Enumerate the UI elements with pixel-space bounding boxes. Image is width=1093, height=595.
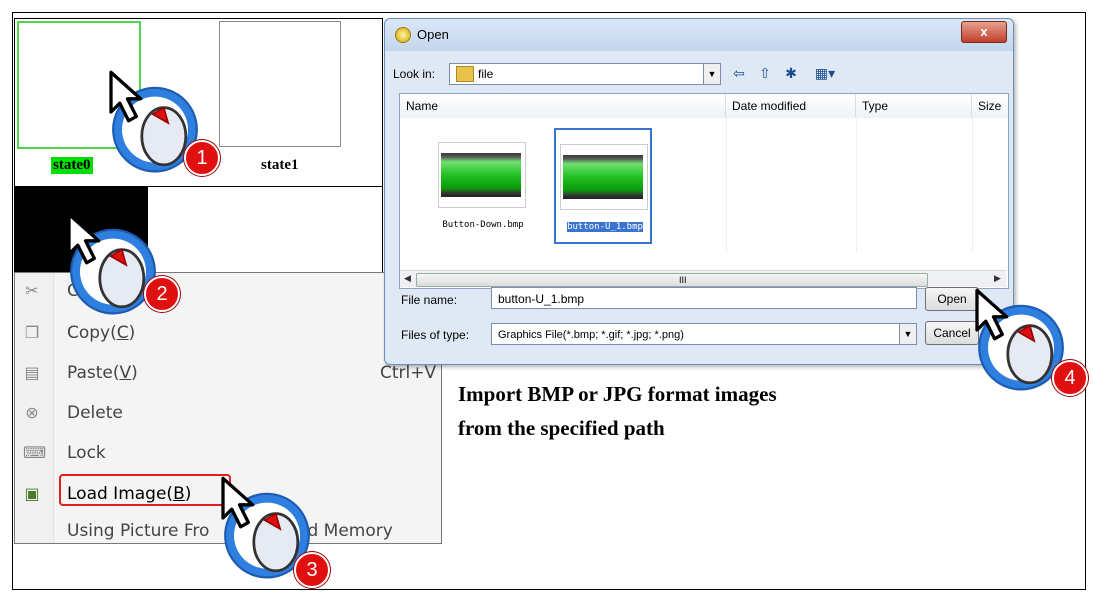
mouse-click-badge-3: 3	[212, 474, 330, 588]
column-header-name[interactable]: Name	[400, 94, 726, 118]
step-number-badge: 1	[184, 140, 220, 176]
files-of-type-value: Graphics File(*.bmp; *.gif; *.jpg; *.png…	[498, 329, 684, 341]
mouse-click-badge-1: 1	[100, 68, 220, 178]
caption-line-2: from the specified path	[458, 416, 665, 440]
menu-item-shortcut: Ctrl+V	[380, 363, 437, 383]
horizontal-scrollbar[interactable]: ◀ III ▶	[400, 270, 1006, 287]
dialog-titlebar[interactable]: Open x	[385, 19, 1013, 51]
mouse-click-badge-2: 2	[58, 210, 180, 320]
file-name-input[interactable]: button-U_1.bmp	[491, 287, 917, 309]
menu-item-paste[interactable]: ▤ Paste(V) Ctrl+V	[15, 355, 441, 393]
image-icon: ▣	[24, 484, 40, 503]
column-header-type[interactable]: Type	[856, 94, 972, 118]
lock-icon: ⌨	[23, 443, 47, 462]
new-folder-icon[interactable]: ✱	[781, 63, 801, 83]
file-name-label: Button-Down.bmp	[442, 220, 524, 230]
chevron-down-icon[interactable]: ▼	[899, 324, 916, 344]
copy-icon: ❐	[24, 323, 40, 342]
step-number-badge: 4	[1052, 360, 1088, 396]
state0-label: state0	[51, 157, 93, 174]
menu-item-label: Load Image(B)	[67, 484, 192, 504]
menu-item-label: Lock	[67, 443, 106, 463]
look-in-value: file	[478, 67, 494, 81]
view-menu-icon[interactable]: ▦▾	[809, 63, 841, 83]
back-icon[interactable]: ⇦	[729, 63, 749, 83]
chevron-down-icon[interactable]: ▼	[703, 64, 720, 84]
menu-item-label: Paste(V)	[67, 363, 138, 383]
files-of-type-select[interactable]: Graphics File(*.bmp; *.gif; *.jpg; *.png…	[491, 323, 917, 345]
scroll-grip: III	[679, 275, 687, 285]
file-name-label: File name:	[401, 293, 458, 307]
up-folder-icon[interactable]: ⇧	[755, 63, 775, 83]
state1-label: state1	[261, 157, 299, 173]
green-button-image	[563, 155, 643, 199]
paste-icon: ▤	[24, 363, 40, 382]
mouse-click-badge-4: 4	[966, 286, 1088, 396]
file-name-label: button-U_1.bmp	[567, 222, 643, 232]
scrollbar-thumb[interactable]: III	[416, 273, 928, 287]
folder-icon	[456, 66, 474, 82]
column-header-date-modified[interactable]: Date modified	[726, 94, 856, 118]
close-button[interactable]: x	[961, 21, 1007, 43]
look-in-label: Look in:	[393, 67, 436, 81]
scissors-icon: ✂	[25, 281, 39, 300]
scroll-left-icon[interactable]: ◀	[404, 273, 411, 284]
file-list: Name Date modified Type Size Button-Down…	[399, 93, 1009, 289]
state1-thumbnail[interactable]	[219, 21, 341, 147]
scroll-right-icon[interactable]: ▶	[994, 273, 1001, 284]
dialog-title: Open	[417, 27, 449, 42]
column-divider	[726, 118, 727, 252]
caption-line-1: Import BMP or JPG format images	[458, 382, 777, 406]
column-divider	[856, 118, 857, 252]
file-thumbnail	[438, 142, 526, 208]
open-dialog: Open x Look in: file ▼ ⇦ ⇧ ✱ ▦▾ Name Dat…	[384, 18, 1014, 365]
column-divider	[972, 118, 973, 252]
menu-item-label-start: Using Picture Fro	[67, 521, 210, 541]
file-item-button-down[interactable]: Button-Down.bmp	[434, 128, 532, 244]
step-number-badge: 2	[144, 276, 180, 312]
menu-item-lock[interactable]: ⌨ Lock	[15, 435, 441, 473]
green-button-image	[441, 153, 521, 197]
column-header-size[interactable]: Size	[972, 94, 1008, 118]
look-in-select[interactable]: file ▼	[449, 63, 721, 85]
menu-item-copy[interactable]: ❐ Copy(C)	[15, 315, 441, 353]
file-thumbnail	[560, 144, 648, 210]
delete-icon: ⊗	[25, 403, 39, 422]
dialog-app-icon	[395, 27, 411, 43]
step-number-badge: 3	[294, 552, 330, 588]
menu-item-delete[interactable]: ⊗ Delete	[15, 395, 441, 433]
menu-item-label: Copy(C)	[67, 323, 136, 343]
menu-item-label: Delete	[67, 403, 123, 423]
file-item-button-u1[interactable]: button-U_1.bmp	[554, 128, 652, 244]
files-of-type-label: Files of type:	[401, 328, 470, 342]
